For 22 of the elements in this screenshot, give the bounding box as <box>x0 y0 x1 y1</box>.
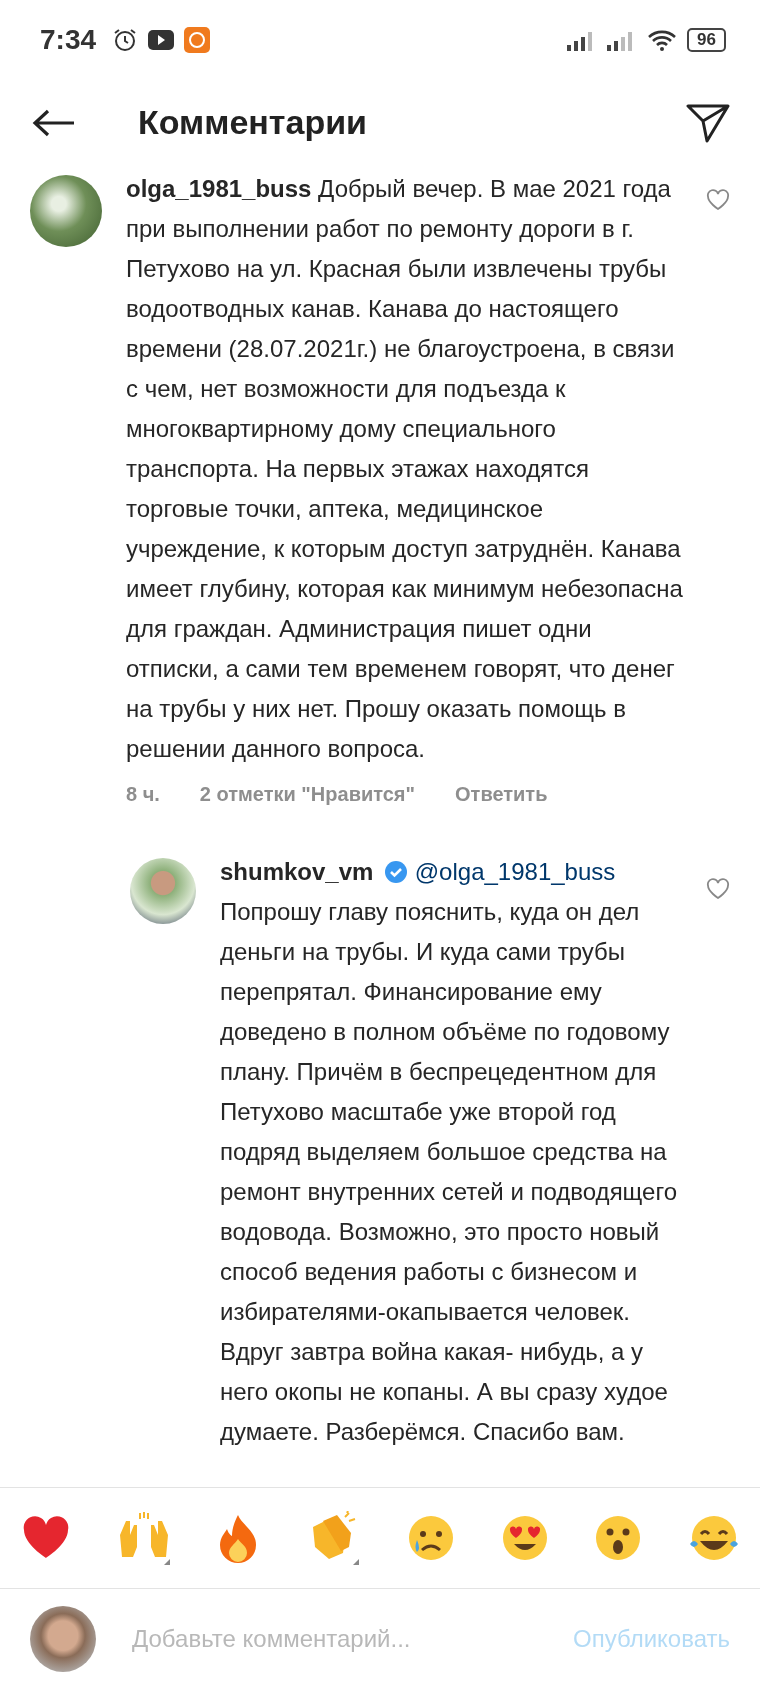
heart-emoji-icon[interactable] <box>22 1516 70 1560</box>
battery-indicator: 96 <box>687 28 726 52</box>
app-icon <box>184 27 211 53</box>
comment-time: 8 ч. <box>126 783 160 806</box>
crying-face-emoji-icon[interactable] <box>406 1514 455 1562</box>
likes-count-link[interactable]: 2 отметки "Нравится" <box>199 783 416 806</box>
comment-text: shumkov_vm @olga_1981_buss Попрошу главу пояснить, куда он дел деньги на трубы. И куда сами трубы перепрятал. Финансирование ему доведено в полном объёме по годовому плану. Причём в беспрецедентном для Петухово масштабе уже второй год подряд выделяем большое средства на ремонт внутренних сетей и подводящего водовода. Возможно, это просто новый способ ведения работы с бизнесом и избирателями-окапывается человек. Вдруг завтра война какая- нибудь, а у него окопы не копаны. А вы сразу худое думаете. Разберёмся. Спасибо вам. <box>220 857 679 1447</box>
mention-link[interactable]: @olga_1981_buss <box>414 858 616 885</box>
back-arrow-icon[interactable] <box>32 107 76 138</box>
laughing-tears-face-emoji-icon[interactable] <box>687 1514 740 1562</box>
like-heart-icon[interactable] <box>706 189 730 211</box>
wifi-icon <box>647 29 678 51</box>
surprised-face-emoji-icon[interactable] <box>594 1514 643 1562</box>
heart-eyes-face-emoji-icon[interactable] <box>500 1514 549 1562</box>
page-title: Комментарии <box>138 103 368 142</box>
like-heart-icon[interactable] <box>706 878 730 900</box>
send-icon[interactable] <box>686 102 730 143</box>
verified-badge-icon <box>384 860 409 884</box>
reply-link[interactable]: Ответить <box>455 783 548 806</box>
play-icon <box>148 30 175 50</box>
status-time: 7:34 <box>40 24 97 56</box>
comment-text: olga_1981_buss Добрый вечер. В мае 2021 года при выполнении работ по ремонту дороги в г. Петухово на ул. Красная были извлечены трубы водоотводных канав. Канава до настоящего времени (28.07.2021г.) не благоустроена, в связи с чем, нет возможности для подъезда к многоквартирному дому специального транспорта. На первых этажах находятся торговые точки, аптека, медицинское учреждение, к которым доступ затруднён. Канава имеет глубину, которая как минимум небезопасна для граждан. Администрация пишет одни отписки, а сами тем временем говорят, что денег на трубы у них нет. Прошу оказать помощь в решении данного вопроса. <box>126 174 684 764</box>
